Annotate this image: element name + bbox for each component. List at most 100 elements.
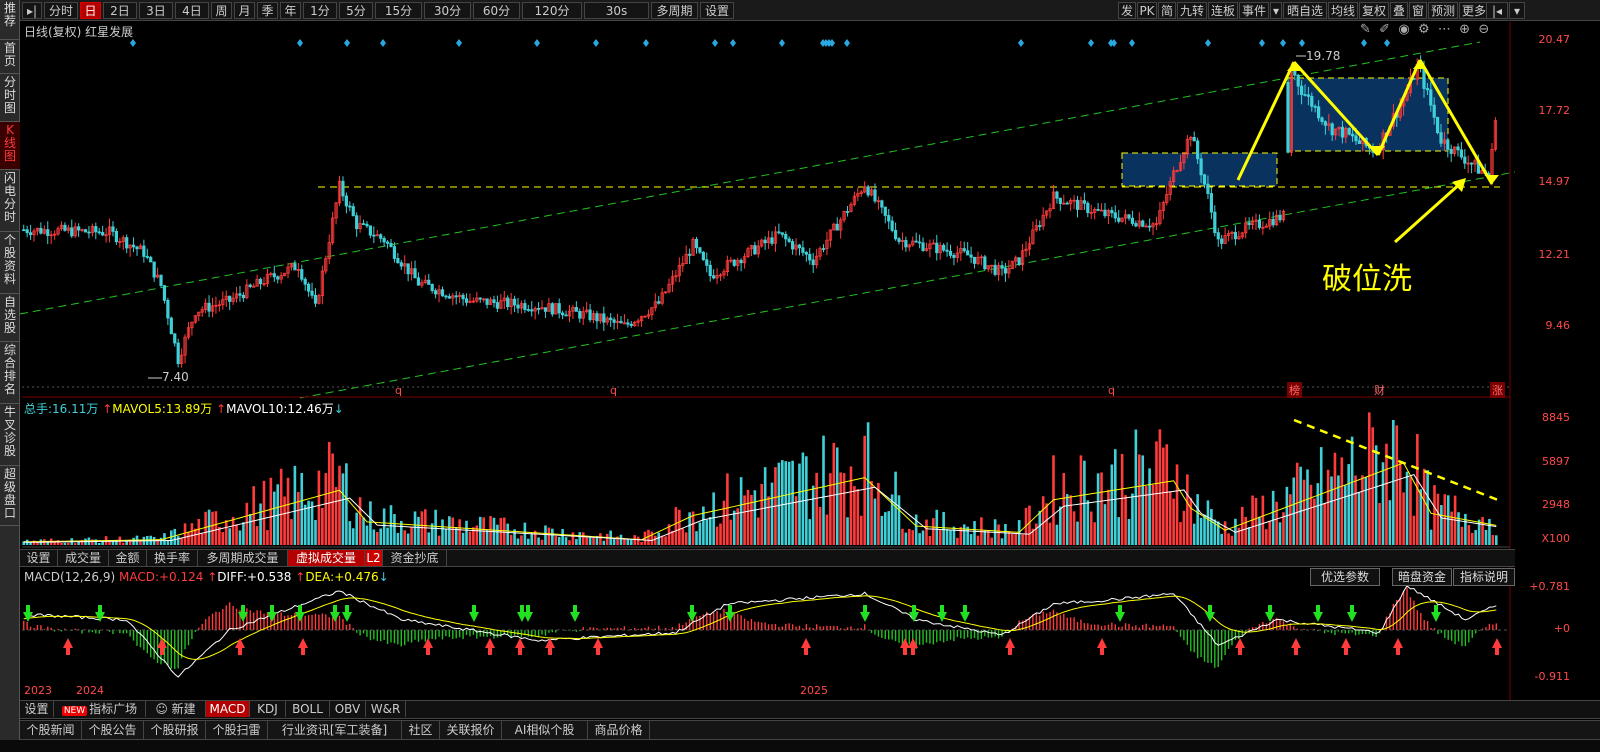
candle-body: [169, 317, 173, 335]
volume-bar: [976, 535, 980, 545]
info-tab[interactable]: 个股公告: [82, 721, 144, 739]
volume-bar: [520, 535, 523, 545]
candle-body: [1313, 105, 1317, 108]
signal-diamond: [1259, 39, 1265, 47]
volume-tab[interactable]: 金额: [109, 550, 147, 566]
volume-bar: [908, 528, 911, 545]
candle-body: [791, 241, 795, 250]
event-marker-q[interactable]: q: [610, 384, 617, 397]
indicator-help-button[interactable]: 指标说明: [1453, 568, 1515, 586]
buy-signal-arrow: [488, 647, 492, 655]
event-marker-bang[interactable]: 榜: [1287, 382, 1302, 398]
candle-body: [942, 244, 946, 251]
info-tab[interactable]: 个股研报: [144, 721, 206, 739]
event-marker-zhang[interactable]: 涨: [1490, 382, 1505, 398]
volume-bar: [722, 500, 726, 545]
volume-tab[interactable]: 资金抄底: [383, 550, 447, 566]
volume-tab[interactable]: 虚拟成交量: [288, 550, 365, 566]
tab-obv[interactable]: OBV: [330, 701, 366, 717]
sell-signal-arrow: [1434, 605, 1438, 613]
volume-bar: [1089, 511, 1093, 545]
volume-bar: [410, 526, 413, 545]
dark-pool-button[interactable]: 暗盘资金: [1392, 568, 1452, 586]
low-price-label: 7.40: [162, 370, 189, 384]
volume-bar: [674, 507, 678, 545]
sell-signal-arrow: [1268, 605, 1272, 613]
info-tab[interactable]: 社区: [402, 721, 440, 739]
volume-bar: [262, 480, 266, 545]
tab-macd[interactable]: MACD: [206, 701, 250, 717]
volume-bar: [1378, 502, 1381, 545]
signal-diamond: [829, 39, 835, 47]
candle-body: [430, 284, 434, 292]
indicator-market-tab[interactable]: NEW 指标广场: [54, 701, 146, 717]
info-tab[interactable]: 关联报价: [440, 721, 502, 739]
volume-bar: [952, 526, 956, 545]
indicator-setup-tab[interactable]: 设置: [20, 701, 54, 717]
volume-bar: [290, 519, 293, 545]
candle-body: [890, 220, 894, 231]
sell-signal-arrow: [241, 605, 245, 613]
zoom-out-icon[interactable]: ⊖: [1478, 22, 1489, 37]
info-tab[interactable]: 商品价格: [588, 721, 650, 739]
buy-signal-arrow: [911, 647, 915, 655]
volume-bar: [818, 506, 822, 545]
volume-bar: [921, 530, 925, 545]
volume-tab[interactable]: 多周期成交量: [198, 550, 288, 566]
indicator-create-tab[interactable]: ☺ 新建: [146, 701, 206, 717]
candle-body: [797, 244, 802, 249]
settings-icon[interactable]: ⚙: [1418, 22, 1430, 37]
volume-bar: [932, 518, 935, 545]
candle-body: [588, 309, 592, 321]
volume-bar: [238, 530, 242, 545]
info-tab[interactable]: 个股新闻: [20, 721, 82, 739]
info-tab[interactable]: 行业资讯[军工装备]: [268, 721, 402, 739]
draw-tool-icons[interactable]: ✎ ✐ ◉ ⚙ ⋯ ⊕ ⊖: [1360, 22, 1489, 37]
candle-body: [348, 205, 352, 208]
candle-body: [1257, 219, 1262, 228]
event-marker-cai[interactable]: 财: [1374, 382, 1385, 398]
eye-icon[interactable]: ◉: [1398, 22, 1409, 37]
optimize-params-button[interactable]: 优选参数: [1310, 568, 1380, 586]
candle-body: [1463, 156, 1467, 164]
volume-bar: [880, 515, 884, 545]
event-marker-q[interactable]: q: [395, 384, 402, 397]
candle-body: [1113, 212, 1117, 219]
volume-bar: [231, 516, 235, 545]
candle-body: [609, 317, 613, 321]
pencil-icon[interactable]: ✎: [1360, 22, 1371, 37]
volume-bar: [1464, 513, 1467, 545]
sell-signal-arrow: [573, 605, 577, 613]
info-tab[interactable]: AI相似个股: [502, 721, 588, 739]
signal-diamond: [297, 39, 303, 47]
candle-body: [712, 275, 716, 279]
volume-bar: [815, 472, 818, 545]
zoom-in-icon[interactable]: ⊕: [1459, 22, 1470, 37]
tab-wr[interactable]: W&R: [366, 701, 406, 717]
candle-body: [396, 258, 400, 264]
volume-bar: [355, 512, 358, 545]
candle-body: [1213, 211, 1217, 234]
more-dots-icon[interactable]: ⋯: [1438, 22, 1451, 37]
info-tab[interactable]: 个股扫雷: [206, 721, 268, 739]
volume-tab[interactable]: 成交量: [58, 550, 109, 566]
event-marker-q[interactable]: q: [1108, 384, 1115, 397]
volume-bar: [176, 536, 180, 545]
volume-tab[interactable]: 设置: [20, 550, 58, 566]
volume-tab[interactable]: 换手率: [147, 550, 198, 566]
kline-chart[interactable]: [0, 0, 1600, 752]
volume-bar: [417, 516, 420, 545]
candle-body: [416, 277, 421, 286]
volume-bar: [506, 523, 510, 545]
sell-signal-arrow: [863, 605, 867, 613]
pen-icon[interactable]: ✐: [1379, 22, 1390, 37]
tab-kdj[interactable]: KDJ: [250, 701, 286, 717]
sell-signal-arrow: [690, 605, 694, 613]
volume-bar: [568, 540, 571, 545]
volume-bar: [636, 536, 640, 545]
volume-bar: [901, 528, 904, 545]
volume-bar: [557, 537, 561, 545]
tab-boll[interactable]: BOLL: [286, 701, 330, 717]
volume-bar: [67, 542, 70, 545]
candle-body: [176, 342, 180, 365]
